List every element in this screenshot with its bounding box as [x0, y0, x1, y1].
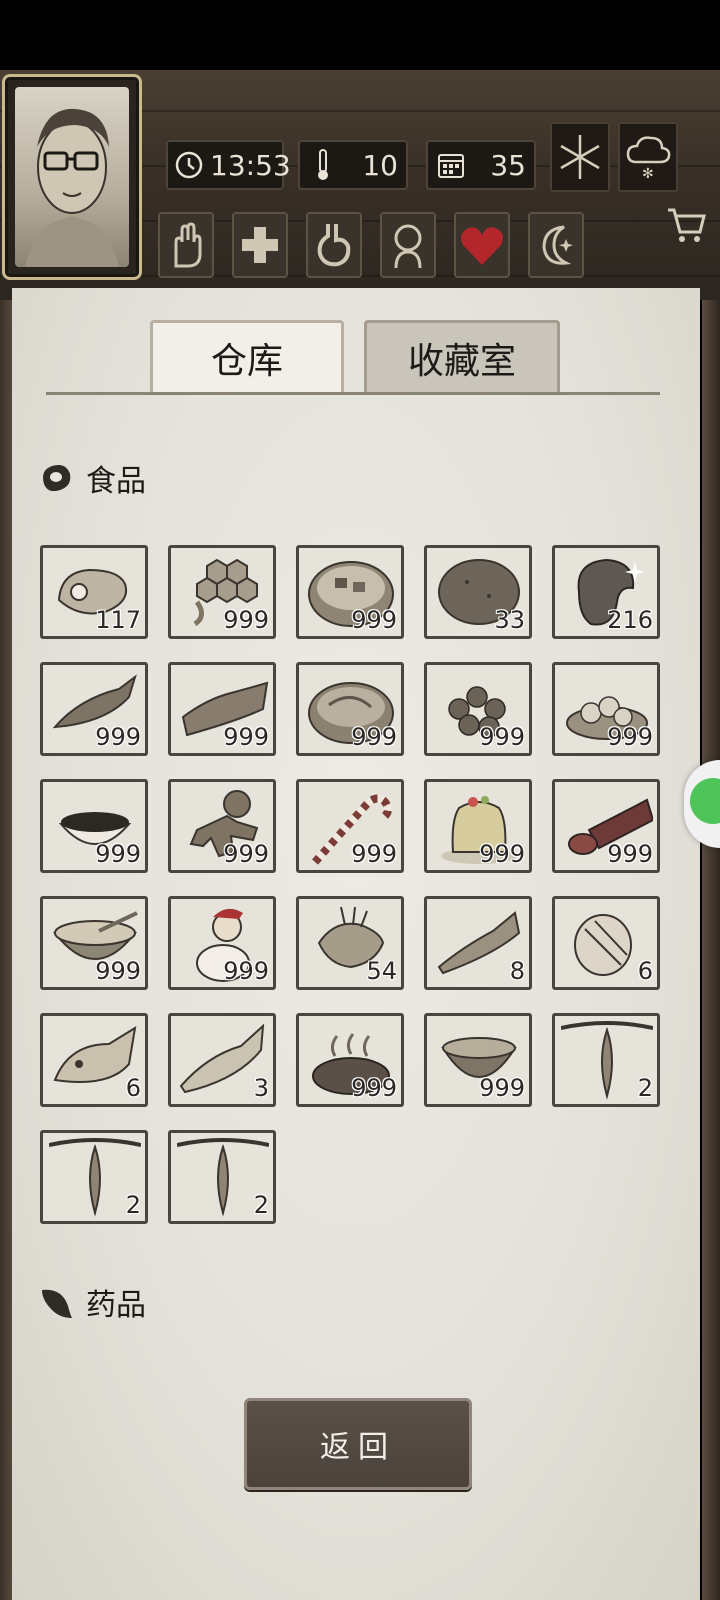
item-slot-tuna[interactable]: 3 — [168, 1013, 276, 1107]
svg-text:✻: ✻ — [642, 166, 654, 182]
item-slot-stew[interactable]: 999 — [296, 545, 404, 639]
item-count: 999 — [95, 723, 141, 751]
item-count: 999 — [95, 840, 141, 868]
tab-divider — [46, 392, 660, 395]
item-count: 999 — [607, 840, 653, 868]
item-slot-hot-soup[interactable]: 999 — [424, 1013, 532, 1107]
hand-icon — [174, 222, 202, 268]
status-heart[interactable] — [454, 212, 510, 278]
cloud-snow-icon: ✻ — [626, 136, 671, 182]
item-count: 999 — [607, 723, 653, 751]
chat-bubble-icon — [690, 778, 720, 824]
status-mind[interactable] — [380, 212, 436, 278]
tab-warehouse[interactable]: 仓库 — [150, 320, 344, 392]
snowflake-icon — [560, 135, 600, 179]
item-count: 999 — [351, 840, 397, 868]
item-count: 999 — [479, 840, 525, 868]
medicine-section-label: 药品 — [86, 1288, 146, 1323]
item-count: 999 — [223, 606, 269, 634]
food-section-header: 食品 — [38, 456, 146, 500]
meat-icon — [43, 465, 71, 492]
item-count: 2 — [637, 1074, 653, 1102]
item-count: 54 — [366, 957, 397, 985]
snowflake-tile[interactable] — [550, 122, 610, 192]
character-portrait[interactable] — [2, 74, 142, 280]
item-slot-hanging-fruit[interactable]: 2 — [168, 1130, 276, 1224]
item-count: 999 — [223, 957, 269, 985]
day-value: 35 — [490, 148, 526, 182]
status-hunger[interactable] — [306, 212, 362, 278]
item-count: 999 — [479, 723, 525, 751]
item-slot-steak[interactable]: 117 — [40, 545, 148, 639]
item-slot-candy-cane[interactable]: 999 — [296, 779, 404, 873]
item-count: 33 — [494, 606, 525, 634]
item-count: 999 — [479, 1074, 525, 1102]
clock-icon — [174, 148, 204, 182]
item-slot-potato[interactable]: 33 — [424, 545, 532, 639]
temperature-value: 10 — [362, 148, 398, 182]
day-display: 35 — [426, 140, 536, 190]
status-bar — [0, 0, 720, 70]
item-count: 6 — [125, 1074, 141, 1102]
item-slot-bean[interactable]: 216 — [552, 545, 660, 639]
item-count: 999 — [351, 723, 397, 751]
item-slot-gingerbread[interactable]: 999 — [168, 779, 276, 873]
food-section-label: 食品 — [86, 464, 146, 499]
item-slot-bacon[interactable]: 999 — [168, 662, 276, 756]
item-slot-sausage[interactable]: 999 — [552, 779, 660, 873]
item-slot-grouper[interactable]: 6 — [40, 1013, 148, 1107]
item-count: 999 — [351, 1074, 397, 1102]
heart-icon — [461, 227, 503, 265]
leaf-icon — [42, 1289, 72, 1318]
item-slot-lionfish[interactable]: 54 — [296, 896, 404, 990]
item-slot-berry-bowl[interactable]: 999 — [40, 779, 148, 873]
stomach-icon — [317, 224, 351, 267]
medicine-section-header: 药品 — [38, 1280, 146, 1324]
item-count: 999 — [95, 957, 141, 985]
item-slot-grilled-meat[interactable]: 999 — [296, 1013, 404, 1107]
item-slot-porridge[interactable]: 999 — [40, 896, 148, 990]
item-count: 117 — [95, 606, 141, 634]
clock-value: 13:53 — [210, 148, 291, 182]
item-slot-jelly-cake[interactable]: 999 — [424, 779, 532, 873]
item-slot-salmon[interactable]: 8 — [424, 896, 532, 990]
item-count: 999 — [223, 723, 269, 751]
status-health[interactable] — [232, 212, 288, 278]
item-slot-santa[interactable]: 999 — [168, 896, 276, 990]
item-count: 8 — [509, 957, 525, 985]
item-count: 3 — [253, 1074, 269, 1102]
item-count: 2 — [253, 1191, 269, 1219]
status-sleep[interactable] — [528, 212, 584, 278]
status-hand[interactable] — [158, 212, 214, 278]
thermometer-icon — [306, 148, 340, 182]
head-icon — [394, 224, 422, 269]
tab-collection-room[interactable]: 收藏室 — [364, 320, 560, 392]
item-slot-dumplings[interactable]: 999 — [552, 662, 660, 756]
item-count: 999 — [223, 840, 269, 868]
back-button[interactable]: 返回 — [244, 1398, 472, 1490]
weather-tile[interactable]: ✻ — [618, 122, 678, 192]
item-slot-honeycomb[interactable]: 999 — [168, 545, 276, 639]
temperature-display: 10 — [298, 140, 408, 190]
shop-cart-icon[interactable] — [664, 202, 708, 246]
plus-icon — [242, 227, 278, 263]
item-slot-butterflyfish[interactable]: 6 — [552, 896, 660, 990]
item-count: 216 — [607, 606, 653, 634]
item-slot-noodle-bowl[interactable]: 999 — [296, 662, 404, 756]
item-count: 2 — [125, 1191, 141, 1219]
moon-icon — [542, 225, 573, 265]
item-count: 6 — [637, 957, 653, 985]
clock-display: 13:53 — [166, 140, 291, 190]
calendar-icon — [434, 148, 468, 182]
item-count: 999 — [351, 606, 397, 634]
item-slot-hanging-fruit[interactable]: 2 — [40, 1130, 148, 1224]
item-slot-dried-fish[interactable]: 999 — [40, 662, 148, 756]
item-slot-meatballs[interactable]: 999 — [424, 662, 532, 756]
right-wood-border — [702, 300, 720, 1600]
item-slot-hanging-fruit[interactable]: 2 — [552, 1013, 660, 1107]
